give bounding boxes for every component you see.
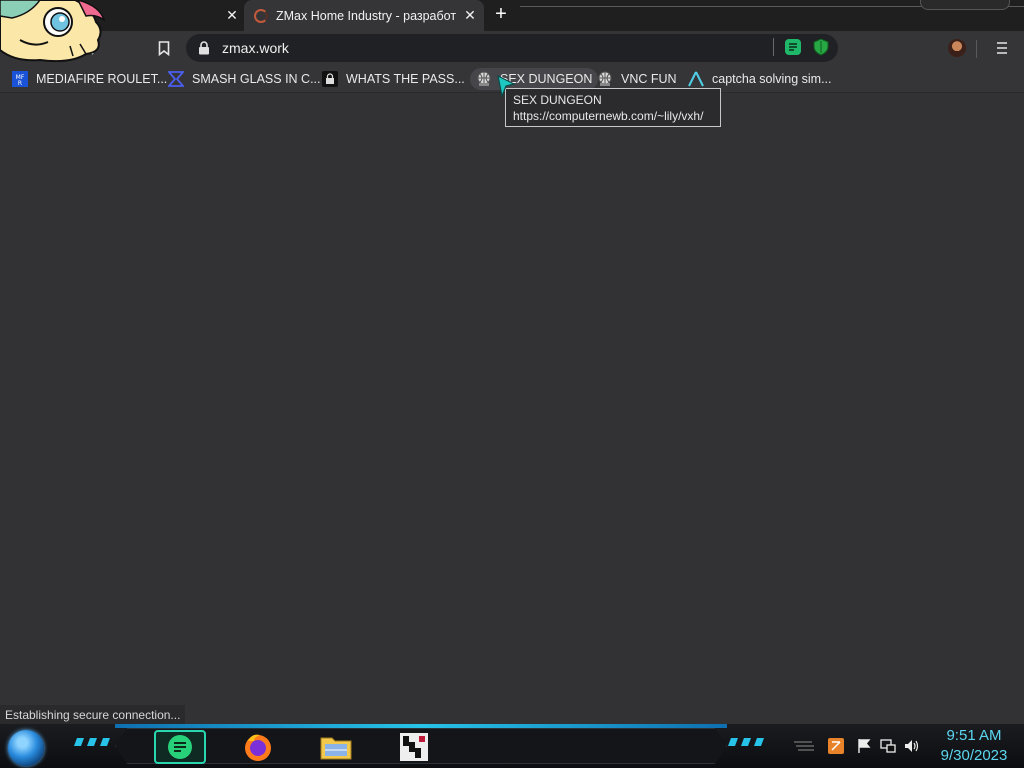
bookmark-captcha-solving[interactable]: captcha solving sim... — [682, 68, 838, 90]
bookmark-label: VNC FUN — [621, 72, 677, 86]
bookmark-smash-glass[interactable]: SMASH GLASS IN C... — [162, 68, 327, 90]
taskbar-accent-line — [115, 724, 727, 728]
toolbar-separator — [976, 40, 977, 58]
firefox-icon — [245, 734, 271, 761]
browser-toolbar: zmax.work — [0, 31, 1024, 65]
profile-avatar[interactable] — [948, 39, 966, 57]
tab-title: ZMax Home Industry - разработка — [276, 8, 456, 23]
bookmark-sex-dungeon[interactable]: SEX DUNGEON — [470, 68, 599, 90]
taskbar: 9:51 AM 9/30/2023 — [0, 724, 1024, 768]
tooltip-url: https://computernewb.com/~lily/vxh/ — [513, 109, 704, 123]
url-text[interactable]: zmax.work — [222, 40, 289, 56]
bookmark-button[interactable] — [153, 37, 175, 59]
omnibox-divider — [773, 38, 774, 56]
mediafire-icon: MF R — [12, 71, 28, 87]
bookmark-label: captcha solving sim... — [712, 72, 832, 86]
tab-strip: ✕ ZMax Home Industry - разработка ✕ + — [0, 0, 1024, 31]
status-bubble: Establishing secure connection... — [0, 705, 186, 725]
start-button[interactable] — [8, 730, 44, 766]
lock-icon[interactable] — [198, 41, 210, 55]
clock-date: 9/30/2023 — [940, 747, 1008, 764]
tooltip-title: SEX DUNGEON — [513, 93, 602, 107]
tray-app-icon[interactable] — [828, 738, 844, 754]
volume-icon[interactable] — [904, 738, 920, 754]
file-explorer-icon — [320, 737, 352, 760]
decorative-chevrons — [74, 738, 110, 746]
bookmark-whats-the-pass[interactable]: WHATS THE PASS... — [316, 68, 471, 90]
bookmark-tooltip: SEX DUNGEON https://computernewb.com/~li… — [505, 88, 721, 127]
bookmark-icon — [158, 40, 170, 56]
taskbar-clock[interactable]: 9:51 AM 9/30/2023 — [930, 726, 1018, 766]
clock-time: 9:51 AM — [946, 727, 1002, 744]
extension-area — [773, 38, 830, 56]
notes-extension-icon[interactable] — [784, 38, 802, 56]
new-tab-button[interactable]: + — [490, 4, 512, 25]
decorative-chevrons — [728, 738, 764, 746]
taskbar-pixel-app[interactable] — [390, 730, 438, 764]
bookmark-vnc-fun[interactable]: VNC FUN — [591, 68, 683, 90]
taskbar-firefox[interactable] — [234, 730, 282, 764]
anime-avatar-image — [0, 0, 106, 63]
site-favicon-icon — [254, 8, 268, 23]
lock-box-icon — [322, 71, 338, 87]
bookmark-label: SMASH GLASS IN C... — [192, 72, 321, 86]
triangle-logo-icon — [688, 71, 704, 87]
bookmark-label: MEDIAFIRE ROULET... — [36, 72, 168, 86]
chat-app-icon — [168, 735, 192, 759]
taskbar-chat-app[interactable] — [154, 730, 206, 764]
mouse-cursor-icon — [497, 74, 516, 99]
globe-server-icon — [597, 71, 613, 87]
menu-icon[interactable] — [994, 39, 1010, 57]
tab-close-button[interactable]: ✕ — [462, 7, 478, 23]
bookmark-label: WHATS THE PASS... — [346, 72, 465, 86]
action-center-flag-icon[interactable] — [856, 738, 872, 754]
network-icon[interactable] — [880, 738, 896, 754]
taskbar-file-explorer[interactable] — [312, 730, 360, 764]
bookmark-mediafire[interactable]: MF R MEDIAFIRE ROULET... — [6, 68, 173, 90]
svg-text:R: R — [18, 80, 22, 87]
tab-close-button[interactable]: ✕ — [224, 7, 240, 23]
shield-extension-icon[interactable] — [812, 38, 830, 56]
tray-stripes-icon[interactable] — [792, 738, 816, 754]
address-bar[interactable]: zmax.work — [186, 34, 838, 62]
globe-server-icon — [476, 71, 492, 87]
pixel-app-icon — [400, 733, 428, 761]
window-controls[interactable] — [920, 0, 1010, 10]
tab-active[interactable]: ZMax Home Industry - разработка ✕ — [244, 0, 484, 31]
shatter-icon — [168, 71, 184, 87]
